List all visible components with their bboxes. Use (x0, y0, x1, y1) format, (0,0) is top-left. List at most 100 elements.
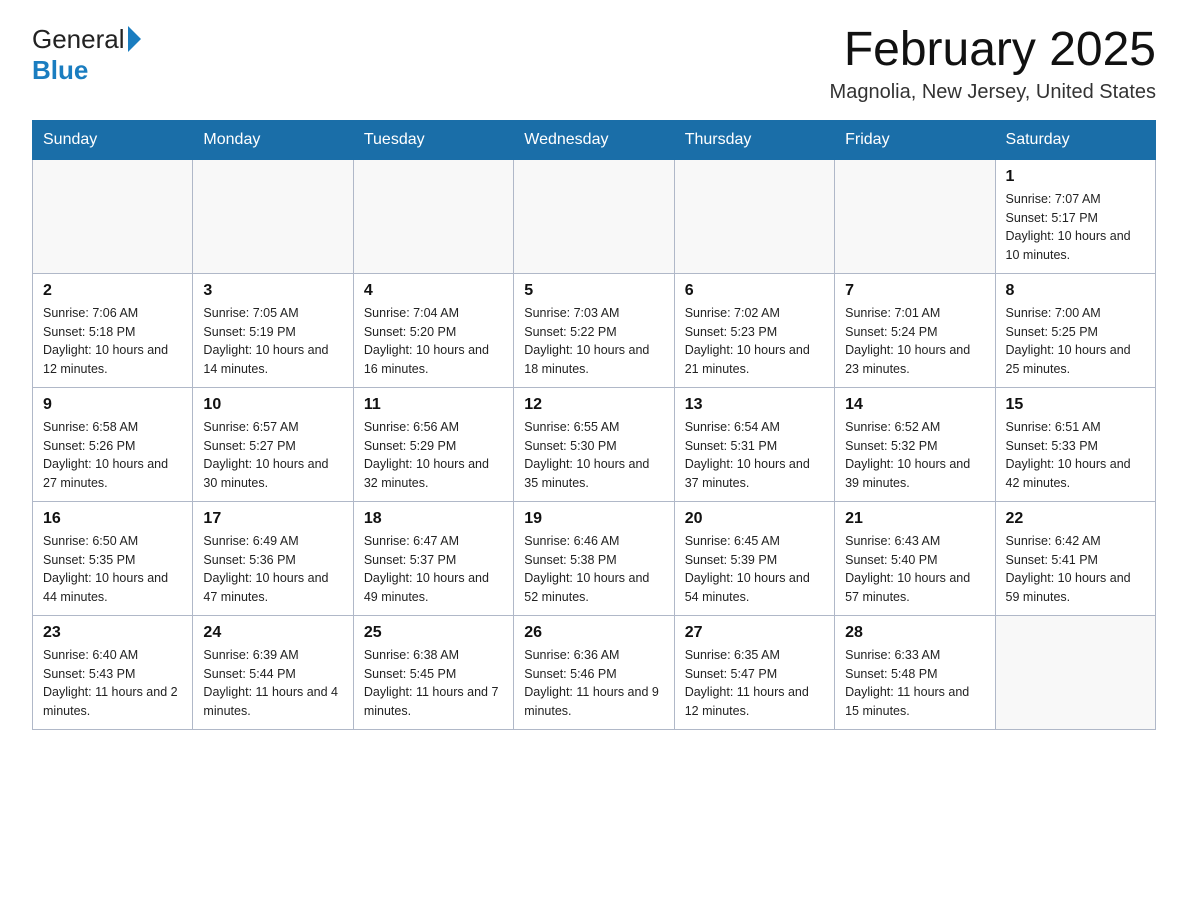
week-row-0: 1Sunrise: 7:07 AMSunset: 5:17 PMDaylight… (33, 159, 1156, 273)
day-number: 1 (1006, 168, 1145, 186)
day-cell (674, 159, 834, 273)
day-cell: 28 Sunrise: 6:33 AMSunset: 5:48 PMDayligh… (835, 615, 995, 729)
page-header: General Blue February 2025 Magnolia, New… (32, 24, 1156, 104)
day-cell: 8Sunrise: 7:00 AMSunset: 5:25 PMDaylight… (995, 273, 1155, 387)
location-text: Magnolia, New Jersey, United States (830, 81, 1156, 104)
day-cell: 4 Sunrise: 7:04 AMSunset: 5:20 PMDaylight… (353, 273, 513, 387)
day-cell: 21 Sunrise: 6:43 AMSunset: 5:40 PMDayligh… (835, 501, 995, 615)
day-header-sunday: Sunday (33, 120, 193, 159)
day-cell: 2 Sunrise: 7:06 AMSunset: 5:18 PMDaylight… (33, 273, 193, 387)
day-header-wednesday: Wednesday (514, 120, 674, 159)
day-number: 4 (364, 282, 503, 300)
week-row-4: 23Sunrise: 6:40 AMSunset: 5:43 PMDayligh… (33, 615, 1156, 729)
day-number: 12 (524, 396, 663, 414)
day-cell: 13 Sunrise: 6:54 AMSunset: 5:31 PMDayligh… (674, 387, 834, 501)
day-info: Sunrise: 6:47 AMSunset: 5:37 PMDaylight:… (364, 532, 503, 607)
day-cell: 11 Sunrise: 6:56 AMSunset: 5:29 PMDayligh… (353, 387, 513, 501)
day-number: 11 (364, 396, 503, 414)
day-number: 8 (1006, 282, 1145, 300)
day-cell: 9 Sunrise: 6:58 AMSunset: 5:26 PMDaylight… (33, 387, 193, 501)
day-cell (514, 159, 674, 273)
day-cell (33, 159, 193, 273)
day-number: 25 (364, 624, 503, 642)
day-info: Sunrise: 6:54 AMSunset: 5:31 PMDaylight:… (685, 418, 824, 493)
day-info: Sunrise: 6:58 AMSunset: 5:26 PMDaylight:… (43, 418, 182, 493)
day-cell: 24 Sunrise: 6:39 AMSunset: 5:44 PMDayligh… (193, 615, 353, 729)
day-header-monday: Monday (193, 120, 353, 159)
day-info: Sunrise: 6:35 AMSunset: 5:47 PMDaylight:… (685, 646, 824, 721)
day-info: Sunrise: 6:38 AMSunset: 5:45 PMDaylight:… (364, 646, 503, 721)
day-number: 26 (524, 624, 663, 642)
day-cell: 16Sunrise: 6:50 AMSunset: 5:35 PMDayligh… (33, 501, 193, 615)
day-number: 15 (1006, 396, 1145, 414)
day-info: Sunrise: 7:03 AMSunset: 5:22 PMDaylight:… (524, 304, 663, 379)
day-info: Sunrise: 6:42 AMSunset: 5:41 PMDaylight:… (1006, 532, 1145, 607)
day-number: 17 (203, 510, 342, 528)
day-cell: 12 Sunrise: 6:55 AMSunset: 5:30 PMDayligh… (514, 387, 674, 501)
day-number: 6 (685, 282, 824, 300)
calendar-header: SundayMondayTuesdayWednesdayThursdayFrid… (33, 120, 1156, 159)
day-info: Sunrise: 6:39 AMSunset: 5:44 PMDaylight:… (203, 646, 342, 721)
day-cell (193, 159, 353, 273)
logo: General Blue (32, 24, 141, 86)
day-info: Sunrise: 7:04 AMSunset: 5:20 PMDaylight:… (364, 304, 503, 379)
day-header-tuesday: Tuesday (353, 120, 513, 159)
day-cell (353, 159, 513, 273)
day-number: 7 (845, 282, 984, 300)
day-header-thursday: Thursday (674, 120, 834, 159)
day-cell: 1Sunrise: 7:07 AMSunset: 5:17 PMDaylight… (995, 159, 1155, 273)
day-cell: 14 Sunrise: 6:52 AMSunset: 5:32 PMDayligh… (835, 387, 995, 501)
day-cell: 15Sunrise: 6:51 AMSunset: 5:33 PMDayligh… (995, 387, 1155, 501)
day-number: 22 (1006, 510, 1145, 528)
day-info: Sunrise: 6:33 AMSunset: 5:48 PMDaylight:… (845, 646, 984, 721)
day-info: Sunrise: 6:50 AMSunset: 5:35 PMDaylight:… (43, 532, 182, 607)
day-info: Sunrise: 6:36 AMSunset: 5:46 PMDaylight:… (524, 646, 663, 721)
day-cell: 23Sunrise: 6:40 AMSunset: 5:43 PMDayligh… (33, 615, 193, 729)
week-row-1: 2 Sunrise: 7:06 AMSunset: 5:18 PMDaylight… (33, 273, 1156, 387)
day-number: 2 (43, 282, 182, 300)
day-info: Sunrise: 7:05 AMSunset: 5:19 PMDaylight:… (203, 304, 342, 379)
logo-general-text: General (32, 24, 125, 55)
day-cell: 27Sunrise: 6:35 AMSunset: 5:47 PMDayligh… (674, 615, 834, 729)
day-info: Sunrise: 6:52 AMSunset: 5:32 PMDaylight:… (845, 418, 984, 493)
week-row-3: 16Sunrise: 6:50 AMSunset: 5:35 PMDayligh… (33, 501, 1156, 615)
day-number: 14 (845, 396, 984, 414)
day-number: 13 (685, 396, 824, 414)
week-row-2: 9 Sunrise: 6:58 AMSunset: 5:26 PMDaylight… (33, 387, 1156, 501)
day-number: 3 (203, 282, 342, 300)
day-info: Sunrise: 6:56 AMSunset: 5:29 PMDaylight:… (364, 418, 503, 493)
day-cell: 5 Sunrise: 7:03 AMSunset: 5:22 PMDaylight… (514, 273, 674, 387)
day-number: 28 (845, 624, 984, 642)
calendar-body: 1Sunrise: 7:07 AMSunset: 5:17 PMDaylight… (33, 159, 1156, 729)
day-cell: 18Sunrise: 6:47 AMSunset: 5:37 PMDayligh… (353, 501, 513, 615)
month-title: February 2025 (830, 24, 1156, 77)
day-cell: 19Sunrise: 6:46 AMSunset: 5:38 PMDayligh… (514, 501, 674, 615)
day-info: Sunrise: 6:49 AMSunset: 5:36 PMDaylight:… (203, 532, 342, 607)
day-number: 24 (203, 624, 342, 642)
day-cell: 25 Sunrise: 6:38 AMSunset: 5:45 PMDayligh… (353, 615, 513, 729)
day-header-row: SundayMondayTuesdayWednesdayThursdayFrid… (33, 120, 1156, 159)
day-info: Sunrise: 7:06 AMSunset: 5:18 PMDaylight:… (43, 304, 182, 379)
day-number: 21 (845, 510, 984, 528)
day-info: Sunrise: 6:45 AMSunset: 5:39 PMDaylight:… (685, 532, 824, 607)
day-cell: 20 Sunrise: 6:45 AMSunset: 5:39 PMDayligh… (674, 501, 834, 615)
day-cell (835, 159, 995, 273)
logo-blue-text: Blue (32, 55, 88, 85)
day-number: 10 (203, 396, 342, 414)
day-cell (995, 615, 1155, 729)
day-info: Sunrise: 6:43 AMSunset: 5:40 PMDaylight:… (845, 532, 984, 607)
day-cell: 17 Sunrise: 6:49 AMSunset: 5:36 PMDayligh… (193, 501, 353, 615)
day-header-saturday: Saturday (995, 120, 1155, 159)
day-number: 20 (685, 510, 824, 528)
day-cell: 10 Sunrise: 6:57 AMSunset: 5:27 PMDayligh… (193, 387, 353, 501)
day-cell: 3 Sunrise: 7:05 AMSunset: 5:19 PMDaylight… (193, 273, 353, 387)
day-cell: 26 Sunrise: 6:36 AMSunset: 5:46 PMDayligh… (514, 615, 674, 729)
day-info: Sunrise: 6:55 AMSunset: 5:30 PMDaylight:… (524, 418, 663, 493)
day-info: Sunrise: 7:02 AMSunset: 5:23 PMDaylight:… (685, 304, 824, 379)
calendar-table: SundayMondayTuesdayWednesdayThursdayFrid… (32, 120, 1156, 730)
logo-arrow-icon (128, 26, 141, 52)
day-info: Sunrise: 6:40 AMSunset: 5:43 PMDaylight:… (43, 646, 182, 721)
day-info: Sunrise: 6:57 AMSunset: 5:27 PMDaylight:… (203, 418, 342, 493)
day-number: 5 (524, 282, 663, 300)
day-number: 9 (43, 396, 182, 414)
